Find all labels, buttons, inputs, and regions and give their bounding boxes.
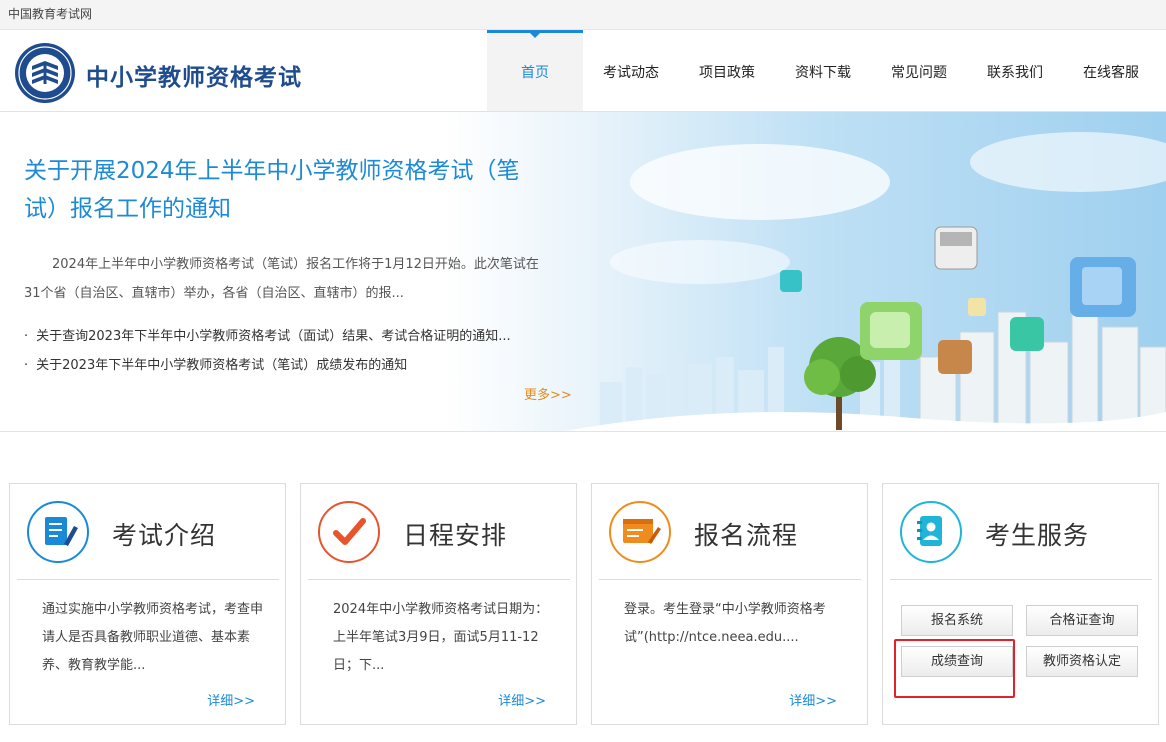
headline-summary: 2024年上半年中小学教师资格考试（笔试）报名工作将于1月12日开始。此次笔试在… (24, 257, 539, 301)
nav-policy[interactable]: 项目政策 (679, 30, 775, 111)
top-bar: 中国教育考试网 (0, 0, 1166, 30)
divider (308, 579, 570, 580)
nav-downloads[interactable]: 资料下载 (775, 30, 871, 111)
card-detail-link[interactable]: 详细>> (789, 690, 837, 709)
teacher-qualification-button[interactable]: 教师资格认定 (1026, 646, 1138, 677)
card-title[interactable]: 考生服务 (985, 516, 1089, 552)
card-detail-link[interactable]: 详细>> (498, 690, 546, 709)
headline-news-link[interactable]: 关于开展2024年上半年中小学教师资格考试（笔试）报名工作的通知 (24, 152, 554, 228)
contact-book-icon (900, 501, 962, 563)
document-pen-icon (27, 501, 89, 563)
nav-contact[interactable]: 联系我们 (967, 30, 1063, 111)
news-item-link[interactable]: 关于查询2023年下半年中小学教师资格考试（面试）结果、考试合格证明的通知... (24, 322, 564, 351)
nav-online-service[interactable]: 在线客服 (1063, 30, 1159, 111)
news-list: 关于查询2023年下半年中小学教师资格考试（面试）结果、考试合格证明的通知...… (24, 322, 564, 380)
more-news-link[interactable]: 更多>> (524, 384, 572, 403)
card-description: 登录。考生登录“中小学教师资格考试”(http://ntce.neea.edu.… (624, 602, 826, 645)
certificate-query-button[interactable]: 合格证查询 (1026, 605, 1138, 636)
checkmark-icon (318, 501, 380, 563)
nav-home[interactable]: 首页 (487, 30, 583, 111)
site-title[interactable]: 中小学教师资格考试 (86, 58, 302, 92)
divider (599, 579, 861, 580)
card-exam-intro: 考试介绍 通过实施中小学教师资格考试，考查申请人是否具备教师职业道德、基本素养、… (9, 483, 286, 725)
nav-faq[interactable]: 常见问题 (871, 30, 967, 111)
news-item-link[interactable]: 关于2023年下半年中小学教师资格考试（笔试）成绩发布的通知 (24, 351, 564, 380)
registration-system-button[interactable]: 报名系统 (901, 605, 1013, 636)
divider (17, 579, 279, 580)
main-nav: 首页 考试动态 项目政策 资料下载 常见问题 联系我们 在线客服 (487, 30, 1159, 111)
news-banner: 关于开展2024年上半年中小学教师资格考试（笔试）报名工作的通知 2024年上半… (0, 112, 1166, 432)
card-title[interactable]: 考试介绍 (112, 516, 216, 552)
card-description: 2024年中小学教师资格考试日期为：上半年笔试3月9日，面试5月11-12日；下… (333, 602, 549, 673)
ntce-logo-icon[interactable] (14, 42, 76, 104)
card-detail-link[interactable]: 详细>> (207, 690, 255, 709)
card-description: 通过实施中小学教师资格考试，考查申请人是否具备教师职业道德、基本素养、教育教学能… (42, 602, 264, 673)
site-network-link[interactable]: 中国教育考试网 (8, 5, 92, 22)
score-query-highlight (894, 639, 1015, 698)
nav-exam-news[interactable]: 考试动态 (583, 30, 679, 111)
divider (890, 579, 1152, 580)
card-title[interactable]: 报名流程 (694, 516, 798, 552)
card-title[interactable]: 日程安排 (403, 516, 507, 552)
browser-pen-icon (609, 501, 671, 563)
header: 中小学教师资格考试 首页 考试动态 项目政策 资料下载 常见问题 联系我们 在线… (0, 30, 1166, 112)
card-registration-process: 报名流程 登录。考生登录“中小学教师资格考试”(http://ntce.neea… (591, 483, 868, 725)
card-schedule: 日程安排 2024年中小学教师资格考试日期为：上半年笔试3月9日，面试5月11-… (300, 483, 577, 725)
